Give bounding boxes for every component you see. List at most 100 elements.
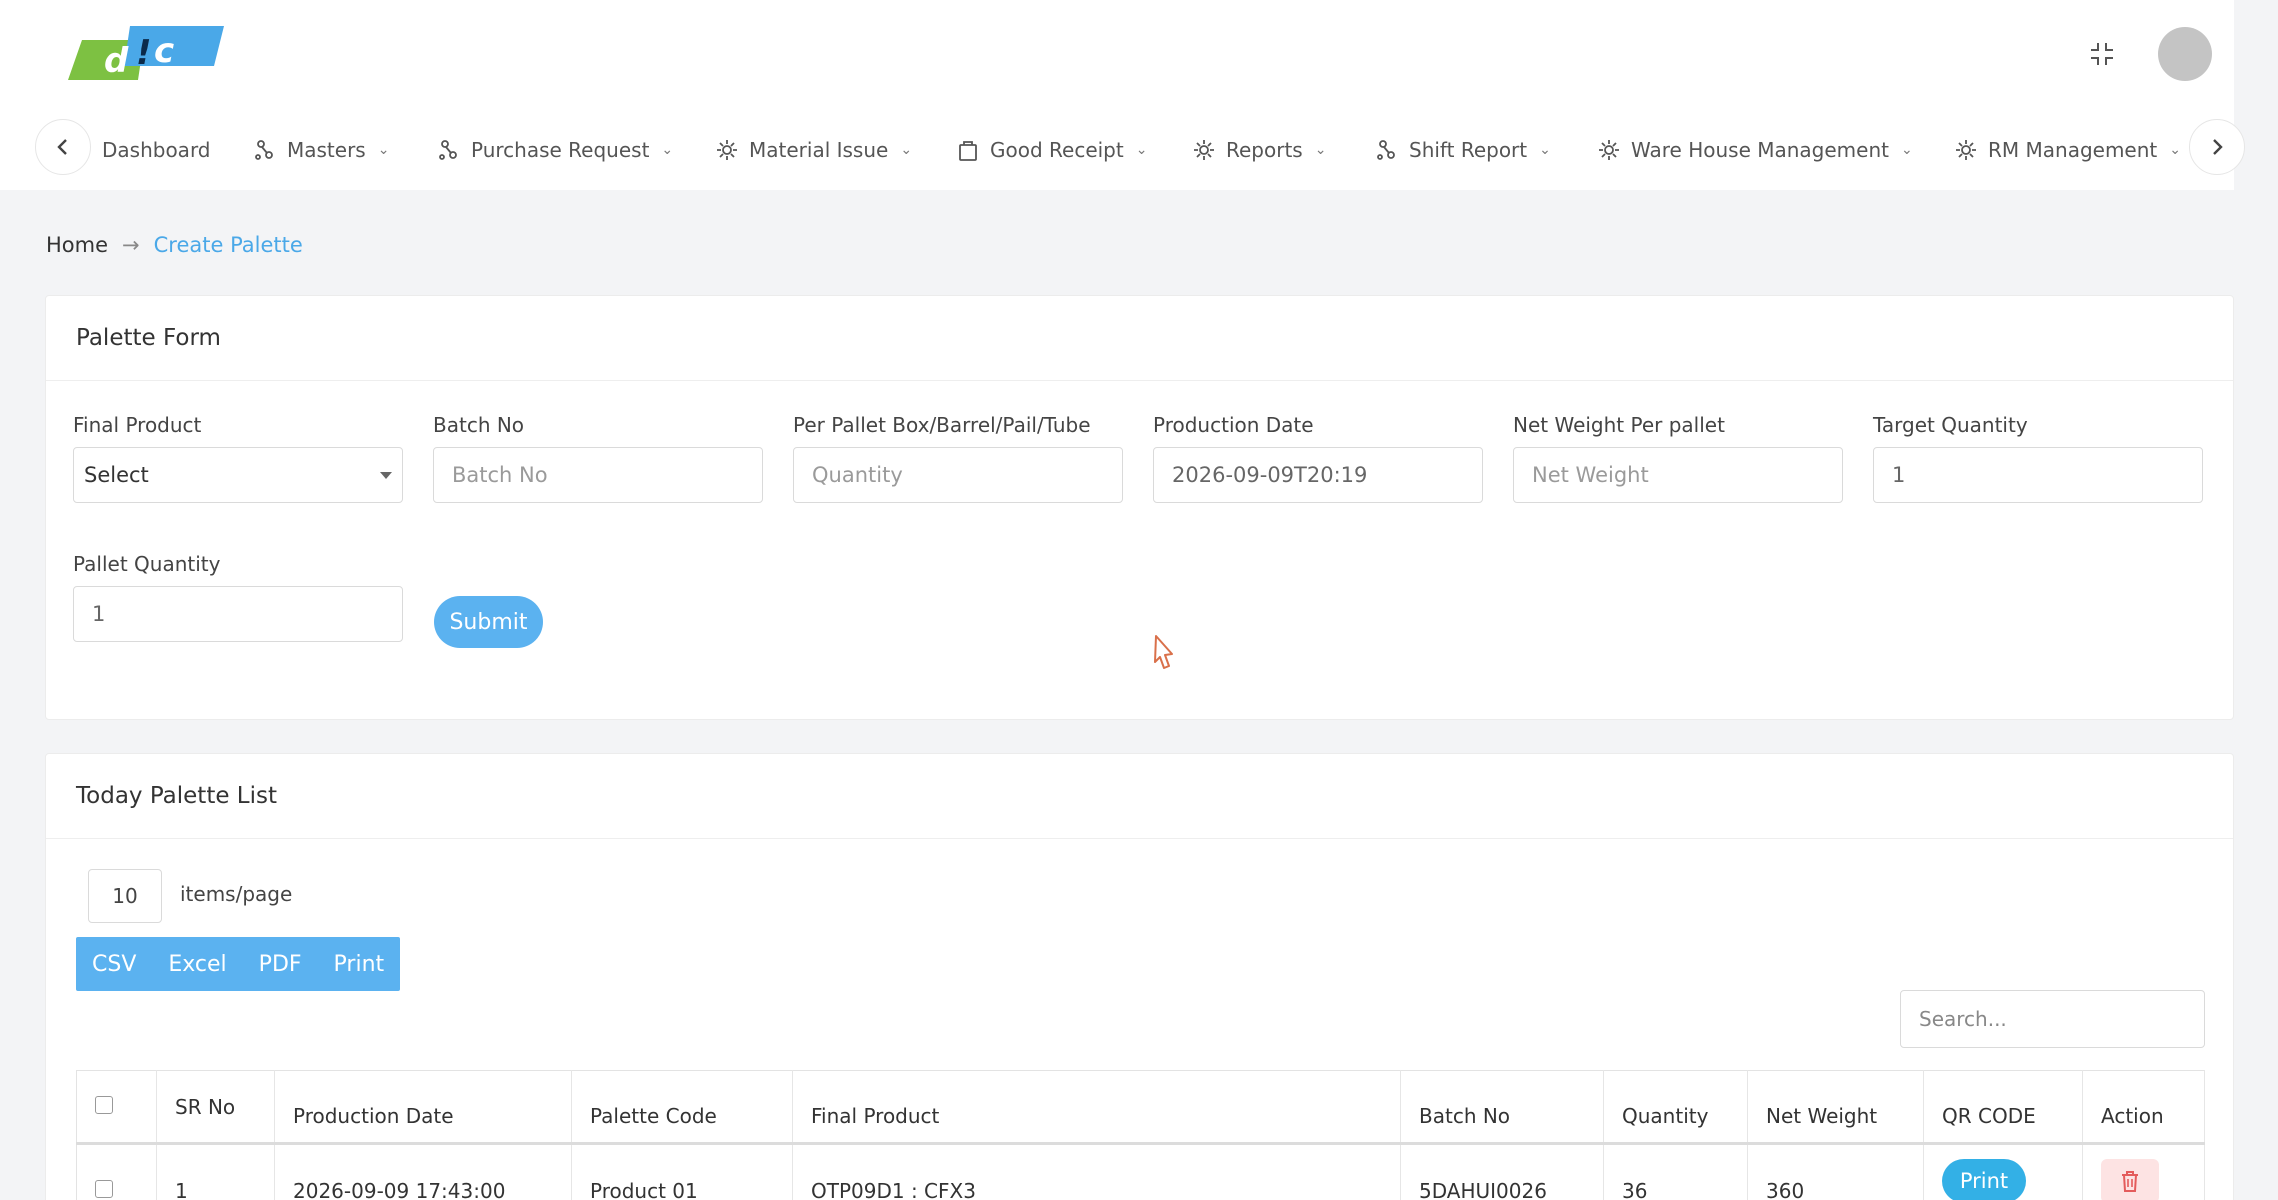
palette-list-card: Today Palette List 10 items/page CSV Exc… (45, 753, 2234, 1200)
nodes-icon (1377, 140, 1395, 160)
nav-item-label: Good Receipt (990, 138, 1124, 162)
chevron-down-icon: ⌄ (900, 142, 913, 158)
company-logo[interactable]: d ! c (68, 24, 224, 82)
per-pallet-input[interactable]: Quantity (793, 447, 1123, 503)
batch-no-cell: 5DAHUI0026 (1400, 1143, 1604, 1200)
export-excel-button[interactable]: Excel (152, 937, 242, 991)
column-header[interactable]: Batch No (1400, 1070, 1604, 1145)
nav-item-dashboard[interactable]: Dashboard (102, 133, 211, 167)
export-pdf-button[interactable]: PDF (243, 937, 318, 991)
export-button-group: CSV Excel PDF Print (76, 937, 401, 991)
column-header[interactable]: Palette Code (571, 1070, 793, 1145)
net-weight-label: Net Weight Per pallet (1513, 413, 1725, 437)
qr-code-cell: Print (1923, 1143, 2083, 1200)
target-quantity-input[interactable]: 1 (1873, 447, 2203, 503)
palette-form-title: Palette Form (46, 296, 2233, 381)
breadcrumb-current: Create Palette (153, 233, 303, 257)
nav-scroll-right-button[interactable] (2189, 119, 2245, 175)
batch-no-label: Batch No (433, 413, 525, 437)
nav-item-masters[interactable]: Masters ⌄ (253, 133, 389, 167)
nav-item-rm-management[interactable]: RM Management ⌄ (1954, 133, 2181, 167)
column-header[interactable]: Final Product (792, 1070, 1401, 1145)
column-header[interactable]: Production Date (274, 1070, 572, 1145)
action-cell (2082, 1143, 2205, 1200)
final-product-cell: OTP09D1 : CFX3 (792, 1143, 1401, 1200)
chevron-down-icon: ⌄ (1539, 142, 1551, 158)
nav-item-reports[interactable]: Reports ⌄ (1192, 133, 1326, 167)
final-product-field: Final Product Select (73, 413, 403, 503)
export-print-button[interactable]: Print (318, 937, 401, 991)
select-all-cell (76, 1070, 157, 1145)
column-header[interactable]: QR CODE (1923, 1070, 2083, 1145)
chevron-down-icon: ⌄ (2169, 142, 2181, 158)
submit-button[interactable]: Submit (434, 596, 543, 648)
column-header[interactable]: Action (2082, 1070, 2205, 1145)
pallet-quantity-label: Pallet Quantity (73, 552, 221, 576)
palette-list-title: Today Palette List (46, 754, 2233, 839)
per-pallet-field: Per Pallet Box/Barrel/Pail/Tube Quantity (793, 413, 1123, 503)
nodes-icon (439, 140, 457, 160)
nav-item-shift-report[interactable]: Shift Report ⌄ (1375, 133, 1551, 167)
mouse-cursor-icon (1150, 634, 1180, 674)
table-header-row: SR No Production Date Palette Code Final… (76, 1070, 2205, 1145)
production-date-field: Production Date 2026-09-09T20:19 (1153, 413, 1483, 503)
bag-icon (959, 141, 977, 161)
target-quantity-label: Target Quantity (1873, 413, 2028, 437)
gear-icon (1599, 140, 1619, 160)
final-product-select[interactable]: Select (73, 447, 403, 503)
column-header[interactable]: Net Weight (1747, 1070, 1924, 1145)
nav-item-warehouse-management[interactable]: Ware House Management ⌄ (1597, 133, 1913, 167)
pallet-quantity-input[interactable]: 1 (73, 586, 403, 642)
chevron-down-icon: ⌄ (1900, 142, 1913, 158)
top-header: d ! c Dashboard Masters ⌄ Purchase Reque… (0, 0, 2245, 190)
row-select-cell (76, 1143, 157, 1200)
nav-item-material-issue[interactable]: Material Issue ⌄ (715, 133, 912, 167)
svg-text:!: ! (136, 33, 152, 73)
net-weight-field: Net Weight Per pallet Net Weight (1513, 413, 1843, 503)
final-product-selected: Select (84, 463, 149, 487)
delete-button[interactable] (2101, 1159, 2159, 1200)
nav-item-label: Masters (287, 138, 366, 162)
breadcrumb-home-link[interactable]: Home (46, 233, 108, 257)
column-header[interactable]: Quantity (1603, 1070, 1748, 1145)
nav-items: Dashboard Masters ⌄ Purchase Request ⌄ M… (92, 116, 2182, 184)
page-size-label: items/page (180, 882, 293, 906)
nav-item-label: Material Issue (749, 138, 889, 162)
page-size-select[interactable]: 10 (88, 869, 162, 923)
production-date-cell: 2026-09-09 17:43:00 (274, 1143, 572, 1200)
export-csv-button[interactable]: CSV (76, 937, 152, 991)
select-all-checkbox[interactable] (95, 1095, 113, 1114)
nav-item-label: RM Management (1988, 138, 2158, 162)
net-weight-cell: 360 (1747, 1143, 1924, 1200)
qr-print-button[interactable]: Print (1942, 1159, 2026, 1200)
nav-item-purchase-request[interactable]: Purchase Request ⌄ (437, 133, 673, 167)
breadcrumb-separator: → (122, 233, 140, 257)
batch-no-input[interactable]: Batch No (433, 447, 763, 503)
row-checkbox[interactable] (95, 1180, 113, 1198)
user-avatar[interactable] (2158, 27, 2212, 81)
chevron-left-icon (57, 139, 67, 155)
nav-scroll-left-button[interactable] (35, 119, 91, 175)
palette-form-card: Palette Form Final Product Select Batch … (45, 295, 2234, 720)
nav-item-label: Purchase Request (471, 138, 650, 162)
svg-text:d: d (104, 41, 129, 81)
nav-item-label: Ware House Management (1631, 138, 1889, 162)
nav-item-label: Reports (1226, 138, 1303, 162)
target-quantity-field: Target Quantity 1 (1873, 413, 2203, 503)
production-date-input[interactable]: 2026-09-09T20:19 (1153, 447, 1483, 503)
gear-icon (1194, 140, 1214, 160)
quantity-cell: 36 (1603, 1143, 1748, 1200)
sr-no-cell: 1 (156, 1143, 275, 1200)
nav-item-good-receipt[interactable]: Good Receipt ⌄ (956, 133, 1147, 167)
column-header[interactable]: SR No (156, 1070, 275, 1145)
production-date-label: Production Date (1153, 413, 1314, 437)
nav-item-label: Dashboard (102, 138, 211, 162)
per-pallet-label: Per Pallet Box/Barrel/Pail/Tube (793, 413, 1091, 437)
exit-fullscreen-icon[interactable] (2084, 36, 2120, 72)
chevron-down-icon: ⌄ (377, 142, 390, 158)
chevron-down-icon: ⌄ (1314, 142, 1327, 158)
palette-table: SR No Production Date Palette Code Final… (76, 1070, 2205, 1200)
net-weight-input[interactable]: Net Weight (1513, 447, 1843, 503)
nav-item-label: Shift Report (1409, 138, 1528, 162)
table-search-input[interactable]: Search... (1900, 990, 2205, 1048)
